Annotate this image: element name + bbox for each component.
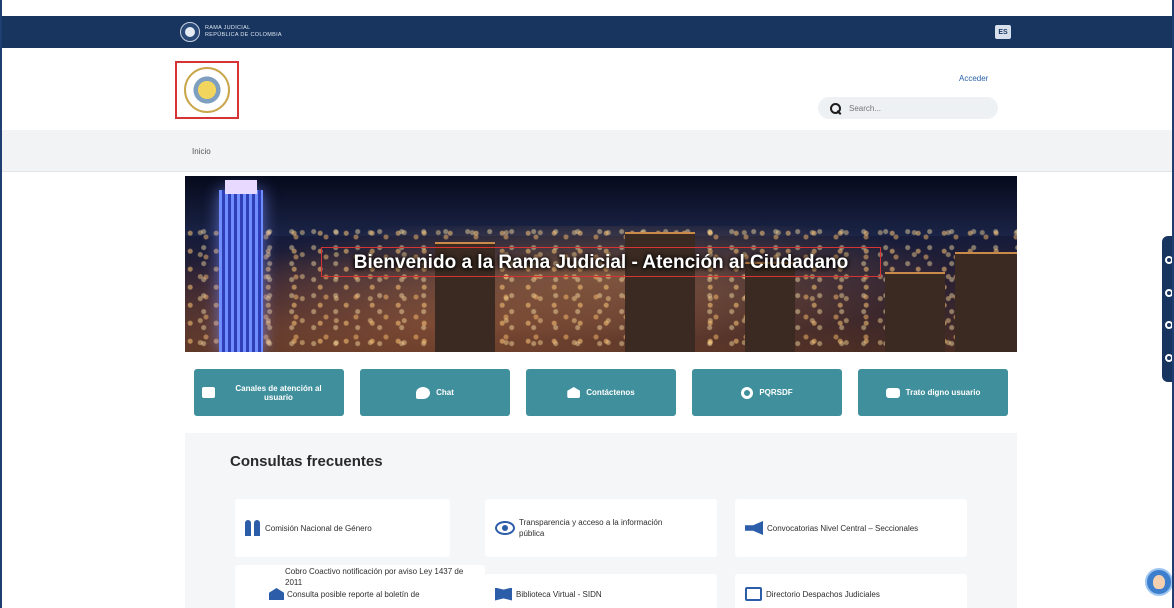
eye-icon — [495, 521, 515, 535]
chat-button[interactable]: Chat — [360, 369, 510, 416]
trato-digno-button[interactable]: Trato digno usuario — [858, 369, 1008, 416]
org-name-line2: REPÚBLICA DE COLOMBIA — [205, 32, 282, 38]
contactenos-label: Contáctenos — [586, 388, 635, 397]
book-icon — [495, 587, 512, 601]
accessibility-option-icon[interactable] — [1165, 256, 1172, 265]
breadcrumb-home[interactable]: Inicio — [192, 147, 211, 156]
page-frame: RAMA JUDICIAL REPÚBLICA DE COLOMBIA ES A… — [0, 0, 1174, 608]
hero-title-box: Bienvenido a la Rama Judicial - Atención… — [321, 247, 881, 277]
section-title: Consultas frecuentes — [230, 453, 383, 470]
canales-atencion-label: Canales de atención al usuario — [235, 383, 322, 402]
megaphone-icon — [745, 521, 763, 535]
breadcrumb-bar: Inicio — [2, 130, 1172, 172]
language-selector[interactable]: ES — [995, 25, 1011, 39]
envelope-icon — [269, 588, 284, 600]
accessibility-option-icon[interactable] — [1165, 353, 1172, 362]
hero-title: Bienvenido a la Rama Judicial - Atención… — [353, 252, 849, 273]
pqrsdf-button[interactable]: PQRSDF — [692, 369, 842, 416]
illuminated-tower — [219, 180, 263, 352]
top-bar: RAMA JUDICIAL REPÚBLICA DE COLOMBIA ES — [2, 16, 1172, 48]
card-biblioteca-virtual[interactable]: Biblioteca Virtual - SIDN — [485, 574, 717, 608]
canales-atencion-button[interactable]: Canales de atención al usuario — [194, 369, 344, 416]
card-label: Convocatorias Nivel Central – Seccionale… — [767, 523, 919, 533]
folder-icon — [745, 587, 762, 601]
building — [955, 252, 1017, 352]
card-label: Directorio Despachos Judiciales — [766, 589, 880, 599]
coat-of-arms-icon — [184, 67, 230, 113]
card-cobro-coactivo[interactable]: Cobro Coactivo notificación por aviso Le… — [235, 565, 485, 608]
card-label-line2: Consulta posible reporte al boletín de — [287, 589, 420, 599]
card-label: Cobro Coactivo notificación por aviso Le… — [285, 567, 464, 587]
accessibility-sidebar[interactable] — [1162, 236, 1172, 382]
rama-judicial-mini-logo[interactable]: RAMA JUDICIAL REPÚBLICA DE COLOMBIA — [180, 22, 282, 42]
consultas-frecuentes-panel: Consultas frecuentes Comisión Nacional d… — [185, 433, 1017, 608]
card-directorio-despachos[interactable]: Directorio Despachos Judiciales — [735, 574, 967, 608]
card-label: Comisión Nacional de Género — [265, 523, 372, 533]
trato-digno-label: Trato digno usuario — [905, 388, 981, 397]
building — [885, 272, 945, 352]
card-convocatorias[interactable]: Convocatorias Nivel Central – Seccionale… — [735, 499, 967, 557]
monitor-icon — [202, 387, 215, 398]
envelope-icon — [567, 387, 581, 398]
paperclip-icon — [738, 384, 756, 401]
people-icon — [245, 520, 261, 536]
seal-icon — [180, 22, 200, 42]
search-icon[interactable] — [830, 102, 841, 114]
chat-label: Chat — [436, 388, 454, 397]
search-input[interactable] — [849, 103, 989, 113]
contactenos-button[interactable]: Contáctenos — [526, 369, 676, 416]
card-transparencia[interactable]: Transparencia y acceso a la información … — [485, 499, 717, 557]
org-name-line1: RAMA JUDICIAL — [205, 25, 251, 31]
accessibility-option-icon[interactable] — [1165, 288, 1172, 297]
site-header: Acceder — [2, 48, 1172, 130]
search-bar[interactable] — [818, 97, 998, 119]
card-comision-genero[interactable]: Comisión Nacional de Género — [235, 499, 450, 557]
pqrsdf-label: PQRSDF — [759, 388, 793, 397]
handshake-icon — [885, 387, 900, 398]
chat-icon — [416, 386, 431, 399]
chat-assistant-avatar-icon[interactable] — [1145, 568, 1172, 596]
site-logo[interactable] — [175, 61, 239, 119]
accessibility-option-icon[interactable] — [1165, 321, 1172, 330]
card-label: Biblioteca Virtual - SIDN — [516, 589, 602, 599]
card-label: Transparencia y acceso a la información … — [519, 518, 663, 538]
login-link[interactable]: Acceder — [959, 74, 988, 83]
